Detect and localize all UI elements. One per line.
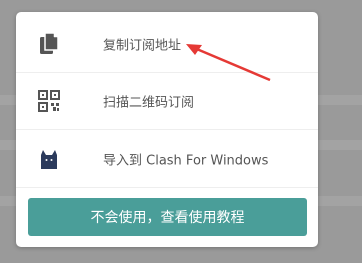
subscription-popup: 复制订阅地址 扫描二维码订阅 导入到 Clash For Windows 不会使… bbox=[16, 12, 318, 247]
copy-subscription-url-label: 复制订阅地址 bbox=[103, 38, 182, 53]
import-to-clash-item[interactable]: 导入到 Clash For Windows bbox=[16, 130, 318, 188]
view-tutorial-button-label: 不会使用，查看使用教程 bbox=[90, 210, 245, 226]
qr-code-icon bbox=[36, 88, 62, 114]
copy-subscription-url-item[interactable]: 复制订阅地址 bbox=[16, 15, 318, 73]
scan-qr-subscribe-item[interactable]: 扫描二维码订阅 bbox=[16, 72, 318, 130]
copy-icon bbox=[36, 31, 62, 57]
view-tutorial-button[interactable]: 不会使用，查看使用教程 bbox=[28, 198, 307, 236]
scan-qr-subscribe-label: 扫描二维码订阅 bbox=[103, 95, 195, 110]
clash-cat-icon bbox=[36, 146, 62, 172]
import-to-clash-label: 导入到 Clash For Windows bbox=[103, 153, 269, 168]
